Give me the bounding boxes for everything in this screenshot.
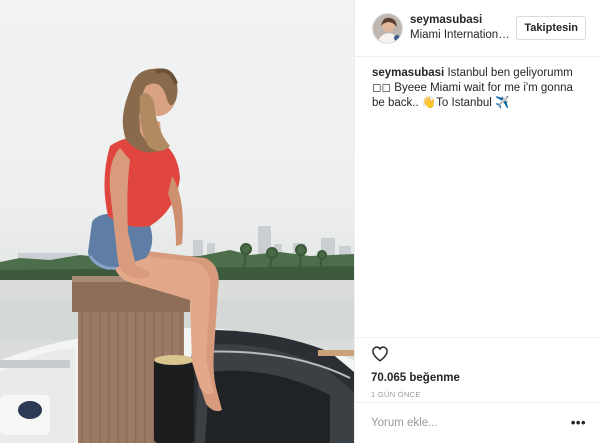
avatar[interactable] — [372, 12, 403, 44]
avatar-image — [373, 13, 402, 43]
post-caption: seymasubasi Istanbul ben geliyorumm ◻◻ B… — [355, 57, 600, 111]
comment-bar: ••• — [355, 402, 600, 443]
following-button[interactable]: Takiptesin — [516, 16, 586, 40]
likes-count[interactable]: 70.065 beğenme — [371, 372, 600, 384]
post-sidebar: seymasubasi Miami International Boat Sho… — [354, 0, 600, 443]
more-options-icon[interactable]: ••• — [571, 416, 586, 429]
location-link[interactable]: Miami International Boat Show — [410, 27, 514, 43]
username-link[interactable]: seymasubasi — [410, 13, 512, 27]
caption-username-link[interactable]: seymasubasi — [372, 67, 444, 79]
instagram-post: seymasubasi Miami International Boat Sho… — [0, 0, 600, 443]
heart-outline-icon[interactable] — [371, 345, 389, 363]
post-header: seymasubasi Miami International Boat Sho… — [355, 0, 600, 57]
post-timestamp[interactable]: 1 GÜN ÖNCE — [371, 390, 600, 399]
post-photo[interactable] — [0, 0, 354, 443]
post-actions: 70.065 beğenme 1 GÜN ÖNCE — [355, 337, 600, 399]
header-text: seymasubasi Miami International Boat Sho… — [410, 13, 514, 43]
photo-illustration — [0, 68, 354, 443]
comment-input[interactable] — [371, 417, 571, 429]
